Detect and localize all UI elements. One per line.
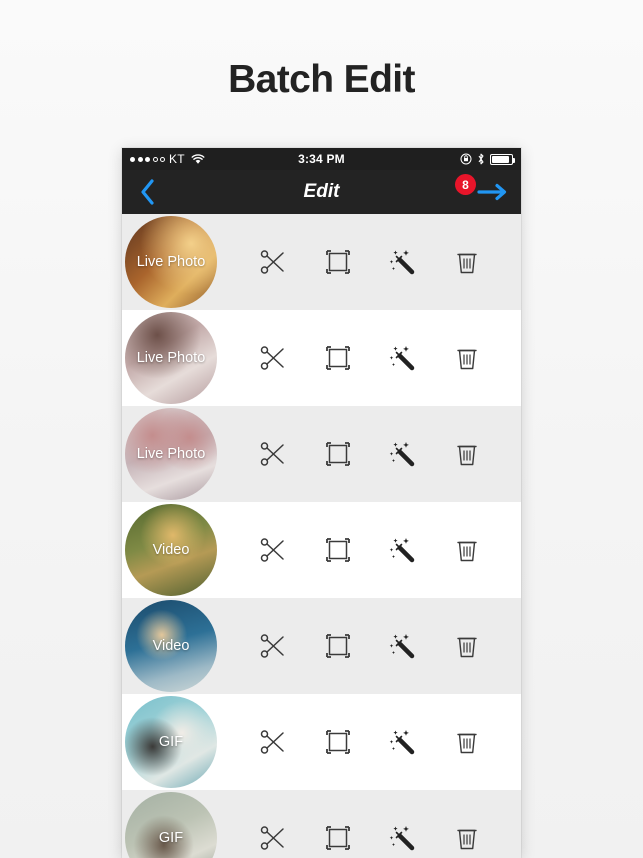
table-row[interactable]: GIF: [122, 694, 521, 790]
trim-button[interactable]: [252, 241, 294, 283]
trim-button[interactable]: [252, 433, 294, 475]
thumbnail-wrapper[interactable]: GIF: [125, 696, 217, 788]
crop-icon: [323, 631, 353, 661]
magic-wand-icon: [387, 439, 417, 469]
crop-button[interactable]: [317, 721, 359, 763]
media-thumbnail[interactable]: [125, 216, 217, 308]
crop-button[interactable]: [317, 625, 359, 667]
trash-icon: [452, 343, 482, 373]
row-actions: [217, 721, 521, 763]
magic-wand-icon: [387, 823, 417, 853]
row-actions: [217, 433, 521, 475]
delete-button[interactable]: [446, 817, 488, 858]
trim-button[interactable]: [252, 529, 294, 571]
scissors-icon: [258, 247, 288, 277]
thumbnail-wrapper[interactable]: Live Photo: [125, 408, 217, 500]
scissors-icon: [258, 823, 288, 853]
crop-button[interactable]: [317, 529, 359, 571]
table-row[interactable]: Video: [122, 598, 521, 694]
crop-icon: [323, 247, 353, 277]
thumbnail-wrapper[interactable]: Live Photo: [125, 312, 217, 404]
table-row[interactable]: Live Photo: [122, 406, 521, 502]
delete-button[interactable]: [446, 625, 488, 667]
magic-wand-icon: [387, 535, 417, 565]
enhance-button[interactable]: [381, 433, 423, 475]
phone-frame: KT 3:34 PM Edit 8 Live Photo Live Photo …: [122, 148, 521, 858]
crop-button[interactable]: [317, 337, 359, 379]
delete-button[interactable]: [446, 721, 488, 763]
trim-button[interactable]: [252, 817, 294, 858]
enhance-button[interactable]: [381, 721, 423, 763]
nav-bar: Edit 8: [122, 170, 521, 214]
trash-icon: [452, 247, 482, 277]
media-thumbnail[interactable]: [125, 792, 217, 858]
scissors-icon: [258, 535, 288, 565]
enhance-button[interactable]: [381, 625, 423, 667]
bluetooth-icon: [477, 153, 485, 165]
scissors-icon: [258, 439, 288, 469]
rotation-lock-icon: [460, 153, 472, 165]
delete-button[interactable]: [446, 433, 488, 475]
media-thumbnail[interactable]: [125, 504, 217, 596]
scissors-icon: [258, 631, 288, 661]
enhance-button[interactable]: [381, 337, 423, 379]
row-actions: [217, 817, 521, 858]
media-thumbnail[interactable]: [125, 696, 217, 788]
scissors-icon: [258, 727, 288, 757]
row-actions: [217, 241, 521, 283]
trash-icon: [452, 631, 482, 661]
media-thumbnail[interactable]: [125, 408, 217, 500]
trash-icon: [452, 535, 482, 565]
scissors-icon: [258, 343, 288, 373]
selection-count-badge: 8: [455, 174, 476, 195]
trash-icon: [452, 439, 482, 469]
crop-icon: [323, 823, 353, 853]
table-row[interactable]: GIF: [122, 790, 521, 858]
next-button[interactable]: 8: [451, 170, 509, 214]
enhance-button[interactable]: [381, 529, 423, 571]
thumbnail-wrapper[interactable]: Live Photo: [125, 216, 217, 308]
status-bar-right: [460, 153, 521, 165]
table-row[interactable]: Live Photo: [122, 310, 521, 406]
battery-icon: [490, 153, 515, 165]
crop-icon: [323, 535, 353, 565]
thumbnail-wrapper[interactable]: Video: [125, 600, 217, 692]
delete-button[interactable]: [446, 241, 488, 283]
table-row[interactable]: Video: [122, 502, 521, 598]
crop-icon: [323, 343, 353, 373]
crop-button[interactable]: [317, 817, 359, 858]
trash-icon: [452, 727, 482, 757]
status-bar: KT 3:34 PM: [122, 148, 521, 170]
media-list[interactable]: Live Photo Live Photo Live Photo Video V…: [122, 214, 521, 858]
thumbnail-wrapper[interactable]: Video: [125, 504, 217, 596]
page-title: Batch Edit: [228, 58, 415, 101]
thumbnail-wrapper[interactable]: GIF: [125, 792, 217, 858]
trim-button[interactable]: [252, 721, 294, 763]
row-actions: [217, 529, 521, 571]
delete-button[interactable]: [446, 337, 488, 379]
trim-button[interactable]: [252, 625, 294, 667]
table-row[interactable]: Live Photo: [122, 214, 521, 310]
magic-wand-icon: [387, 247, 417, 277]
row-actions: [217, 337, 521, 379]
media-thumbnail[interactable]: [125, 600, 217, 692]
arrow-right-icon: [477, 182, 509, 202]
magic-wand-icon: [387, 631, 417, 661]
crop-button[interactable]: [317, 241, 359, 283]
crop-icon: [323, 727, 353, 757]
enhance-button[interactable]: [381, 241, 423, 283]
trim-button[interactable]: [252, 337, 294, 379]
crop-button[interactable]: [317, 433, 359, 475]
enhance-button[interactable]: [381, 817, 423, 858]
trash-icon: [452, 823, 482, 853]
magic-wand-icon: [387, 727, 417, 757]
media-thumbnail[interactable]: [125, 312, 217, 404]
crop-icon: [323, 439, 353, 469]
row-actions: [217, 625, 521, 667]
delete-button[interactable]: [446, 529, 488, 571]
magic-wand-icon: [387, 343, 417, 373]
